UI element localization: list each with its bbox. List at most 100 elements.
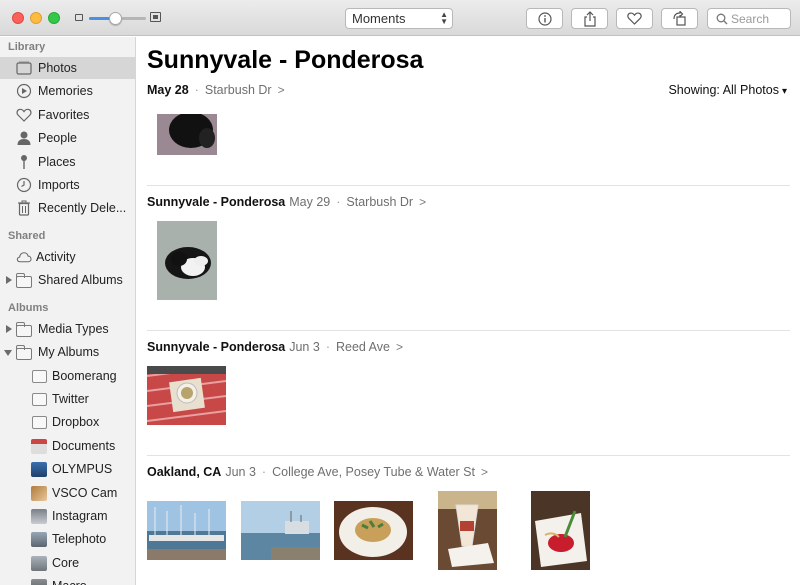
sidebar-item-label: Activity [36,250,76,264]
sidebar-item-documents[interactable]: Documents [0,435,135,457]
share-button[interactable] [571,8,608,29]
separator-dot: · [336,195,341,209]
album-thumbnail [31,508,47,524]
search-field[interactable] [707,8,791,29]
moment-location: College Ave, Posey Tube & Water St [272,465,475,479]
photo-thumbnail[interactable] [334,501,413,560]
sidebar-item-favorites[interactable]: Favorites [0,104,135,126]
sidebar-item-memories[interactable]: Memories [0,80,135,102]
showing-value: All Photos [722,83,779,97]
sidebar-item-places[interactable]: Places [0,151,135,173]
moment-header-0[interactable]: May 28 · Starbush Dr > [147,83,285,97]
moment-header-3[interactable]: Oakland, CA Jun 3 · College Ave, Posey Tube… [147,465,488,479]
moment-divider [147,185,790,186]
photo-pasta-plate [334,501,413,560]
photo-food-red-cloth [147,366,226,425]
rotate-button[interactable] [661,8,698,29]
photos-icon [16,60,32,76]
sidebar-item-label: Telephoto [52,532,107,546]
separator-dot: · [325,340,330,354]
zoom-slider[interactable] [89,12,146,25]
sidebar-item-label: Recently Dele... [38,201,127,215]
photo-thumbnail[interactable] [157,114,217,155]
sidebar-item-dropbox[interactable]: Dropbox [0,411,135,433]
moment-title: Sunnyvale - Ponderosa [147,340,286,354]
folder-icon [16,322,32,339]
sidebar-item-activity[interactable]: Activity [0,246,135,268]
moment-location: Starbush Dr [346,195,414,209]
zoom-window-button[interactable] [48,12,60,24]
info-icon [537,11,552,26]
sidebar-item-people[interactable]: People [0,127,135,149]
minimize-window-button[interactable] [30,12,42,24]
chevron-right-icon: > [480,465,488,479]
zoom-out-icon [75,14,83,21]
chevron-right-icon: > [395,340,403,354]
showing-filter[interactable]: Showing: All Photos ▾ [668,83,787,97]
sidebar-item-twitter[interactable]: Twitter [0,388,135,410]
sidebar-item-olympus[interactable]: OLYMPUS [0,458,135,480]
moment-date: Jun 3 [289,340,320,354]
photo-thumbnail[interactable] [157,221,217,300]
photo-thumbnail[interactable] [531,491,590,570]
sidebar-item-recently-deleted[interactable]: Recently Dele... [0,197,135,219]
sidebar: Library Photos Memories Favorites People [0,37,136,585]
close-window-button[interactable] [12,12,24,24]
sidebar-item-label: Core [52,556,80,570]
disclosure-down-icon[interactable] [4,350,12,356]
sidebar-item-macro[interactable]: Macro [0,575,135,585]
share-icon [583,10,596,27]
chevron-right-icon: > [277,83,285,97]
disclosure-right-icon[interactable] [6,325,12,333]
memories-icon [16,83,32,99]
separator-dot: · [194,83,199,97]
photo-thumbnail[interactable] [241,501,320,560]
sidebar-item-boomerang[interactable]: Boomerang [0,365,135,387]
updown-chevron-icon: ▲ ▼ [440,10,448,26]
chevron-down-icon: ▾ [781,86,787,97]
info-button[interactable] [526,8,563,29]
photo-thumbnail[interactable] [147,501,226,560]
sidebar-item-my-albums[interactable]: My Albums [0,341,135,363]
zoom-slider-knob[interactable] [108,12,122,25]
page-title: Sunnyvale - Ponderosa [147,46,424,74]
photos-window: Moments ▲ ▼ Search Library Photos Memori… [0,0,800,585]
album-thumbnail [31,531,47,547]
sidebar-item-imports[interactable]: Imports [0,174,135,196]
sidebar-item-photos[interactable]: Photos [0,57,135,79]
sidebar-item-instagram[interactable]: Instagram [0,505,135,527]
moment-divider [147,330,790,331]
section-header-shared: Shared [8,230,46,242]
moment-header-1[interactable]: Sunnyvale - Ponderosa May 29 · Starbush Dr > [147,195,426,209]
moment-title: May 28 [147,83,189,97]
trash-icon [16,200,32,216]
sidebar-item-shared-albums[interactable]: Shared Albums [0,269,135,291]
photo-cat-curled [157,221,217,300]
heart-icon [16,107,32,123]
sidebar-item-core[interactable]: Core [0,552,135,574]
album-thumbnail [31,578,47,585]
toolbar: Moments ▲ ▼ [0,0,800,36]
sidebar-item-label: VSCO Cam [52,486,118,500]
moment-header-2[interactable]: Sunnyvale - Ponderosa Jun 3 · Reed Ave > [147,340,403,354]
album-icon [31,368,47,384]
sidebar-item-label: Dropbox [52,415,100,429]
sidebar-item-label: Imports [38,178,80,192]
moment-date: May 29 [289,195,331,209]
person-icon [16,130,32,146]
favorite-button[interactable] [616,8,653,29]
view-select[interactable]: Moments ▲ ▼ [345,8,453,29]
clock-icon [16,177,32,193]
sidebar-item-label: Boomerang [52,369,117,383]
photo-thumbnail[interactable] [147,366,226,425]
sidebar-item-label: OLYMPUS [52,462,113,476]
sidebar-item-vsco-cam[interactable]: VSCO Cam [0,482,135,504]
sidebar-item-telephoto[interactable]: Telephoto [0,528,135,550]
disclosure-right-icon[interactable] [6,276,12,284]
photo-dessert-glass [438,491,497,570]
photo-dessert-plate [531,491,590,570]
zoom-in-icon [150,12,161,22]
photo-thumbnail[interactable] [438,491,497,570]
search-input[interactable] [731,11,789,27]
sidebar-item-media-types[interactable]: Media Types [0,318,135,340]
